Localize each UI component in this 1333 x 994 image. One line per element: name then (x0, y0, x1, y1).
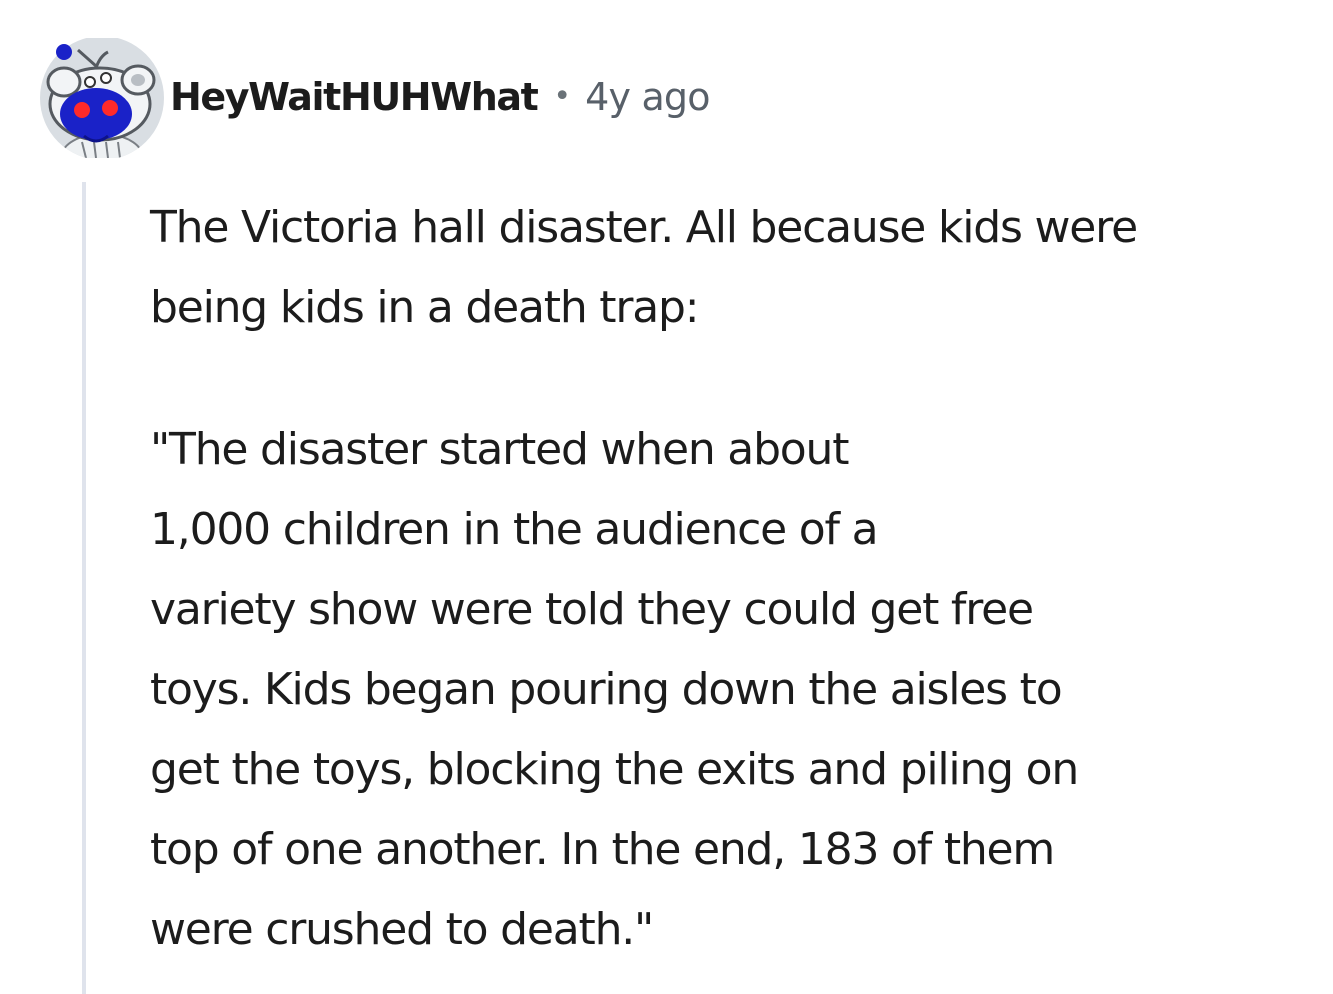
avatar[interactable] (38, 38, 166, 158)
comment-text-line: top of one another. In the end, 183 of t… (150, 824, 1055, 875)
meta-separator: • (553, 79, 572, 114)
comment-paragraph: The Victoria hall disaster. All because … (150, 188, 1320, 348)
thread-line[interactable] (82, 182, 86, 994)
comment-text-line: variety show were told they could get fr… (150, 584, 1034, 635)
username-link[interactable]: HeyWaitHUHWhat (170, 75, 539, 119)
comment-text-line: "The disaster started when about (150, 424, 849, 475)
comment-quote-paragraph: "The disaster started when about 1,000 c… (150, 410, 1320, 970)
comment-text-line: get the toys, blocking the exits and pil… (150, 744, 1079, 795)
comment-header: HeyWaitHUHWhat • 4y ago (38, 38, 711, 158)
timestamp[interactable]: 4y ago (585, 75, 710, 119)
comment-text-line: toys. Kids began pouring down the aisles… (150, 664, 1063, 715)
comment-text-line: 1,000 children in the audience of a (150, 504, 879, 555)
comment-text-line: being kids in a death trap: (150, 282, 700, 333)
comment-meta: HeyWaitHUHWhat • 4y ago (170, 75, 711, 119)
comment-text-line: The Victoria hall disaster. All because … (150, 202, 1138, 253)
comment-text-line: were crushed to death." (150, 904, 654, 955)
comment-body: The Victoria hall disaster. All because … (150, 188, 1320, 970)
snoo-avatar-icon (40, 38, 164, 158)
